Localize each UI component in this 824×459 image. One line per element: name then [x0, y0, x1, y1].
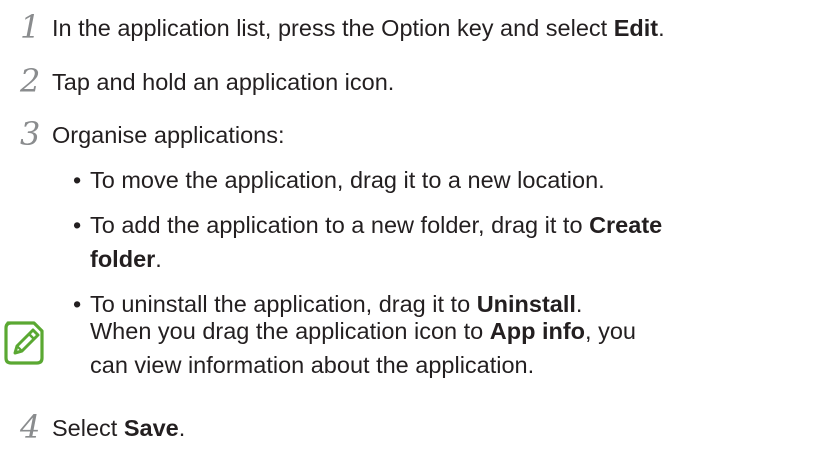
- note-text-part: can view information about the applicati…: [90, 352, 535, 378]
- step-text-part: .: [178, 415, 186, 441]
- list-item: • To move the application, drag it to a …: [73, 163, 818, 197]
- note-text-part: , you: [585, 318, 636, 344]
- bullet-bold-term: Create: [589, 212, 663, 238]
- note-text-part: When you drag the application icon to: [90, 318, 490, 344]
- bullet-dot: •: [73, 167, 82, 193]
- step-text-part: .: [658, 15, 665, 41]
- note-pencil-icon: [2, 320, 46, 366]
- bullet-dot: •: [73, 291, 82, 317]
- bullet-text: To add the application to a new folder, …: [90, 212, 662, 272]
- step-text: Tap and hold an application icon.: [52, 69, 395, 95]
- instruction-page: 1 In the application list, press the Opt…: [0, 0, 824, 459]
- bullet-text-part: To add the application to a new folder, …: [90, 212, 590, 238]
- step-bold-term: Save: [123, 415, 179, 441]
- step-number: 4: [20, 408, 41, 446]
- step-text: Organise applications:: [52, 122, 285, 148]
- note-bold-term: App info: [489, 318, 586, 344]
- note-text: When you drag the application icon to Ap…: [90, 314, 790, 382]
- bullet-bold-term: folder: [90, 246, 156, 272]
- step-text: Select Save.: [52, 413, 185, 443]
- step-number: 2: [20, 62, 41, 100]
- bullet-text-part: .: [155, 246, 162, 272]
- bullet-dot: •: [73, 212, 82, 238]
- bullet-text: To move the application, drag it to a ne…: [90, 167, 605, 193]
- step-bold-term: Edit: [613, 15, 659, 41]
- step-text-part: Select: [52, 415, 124, 441]
- step-text-part: In the application list, press the Optio…: [52, 15, 614, 41]
- step-number: 3: [20, 115, 41, 153]
- list-item: • To add the application to a new folder…: [73, 208, 818, 276]
- step-text: In the application list, press the Optio…: [52, 13, 665, 43]
- step-number: 1: [20, 8, 41, 46]
